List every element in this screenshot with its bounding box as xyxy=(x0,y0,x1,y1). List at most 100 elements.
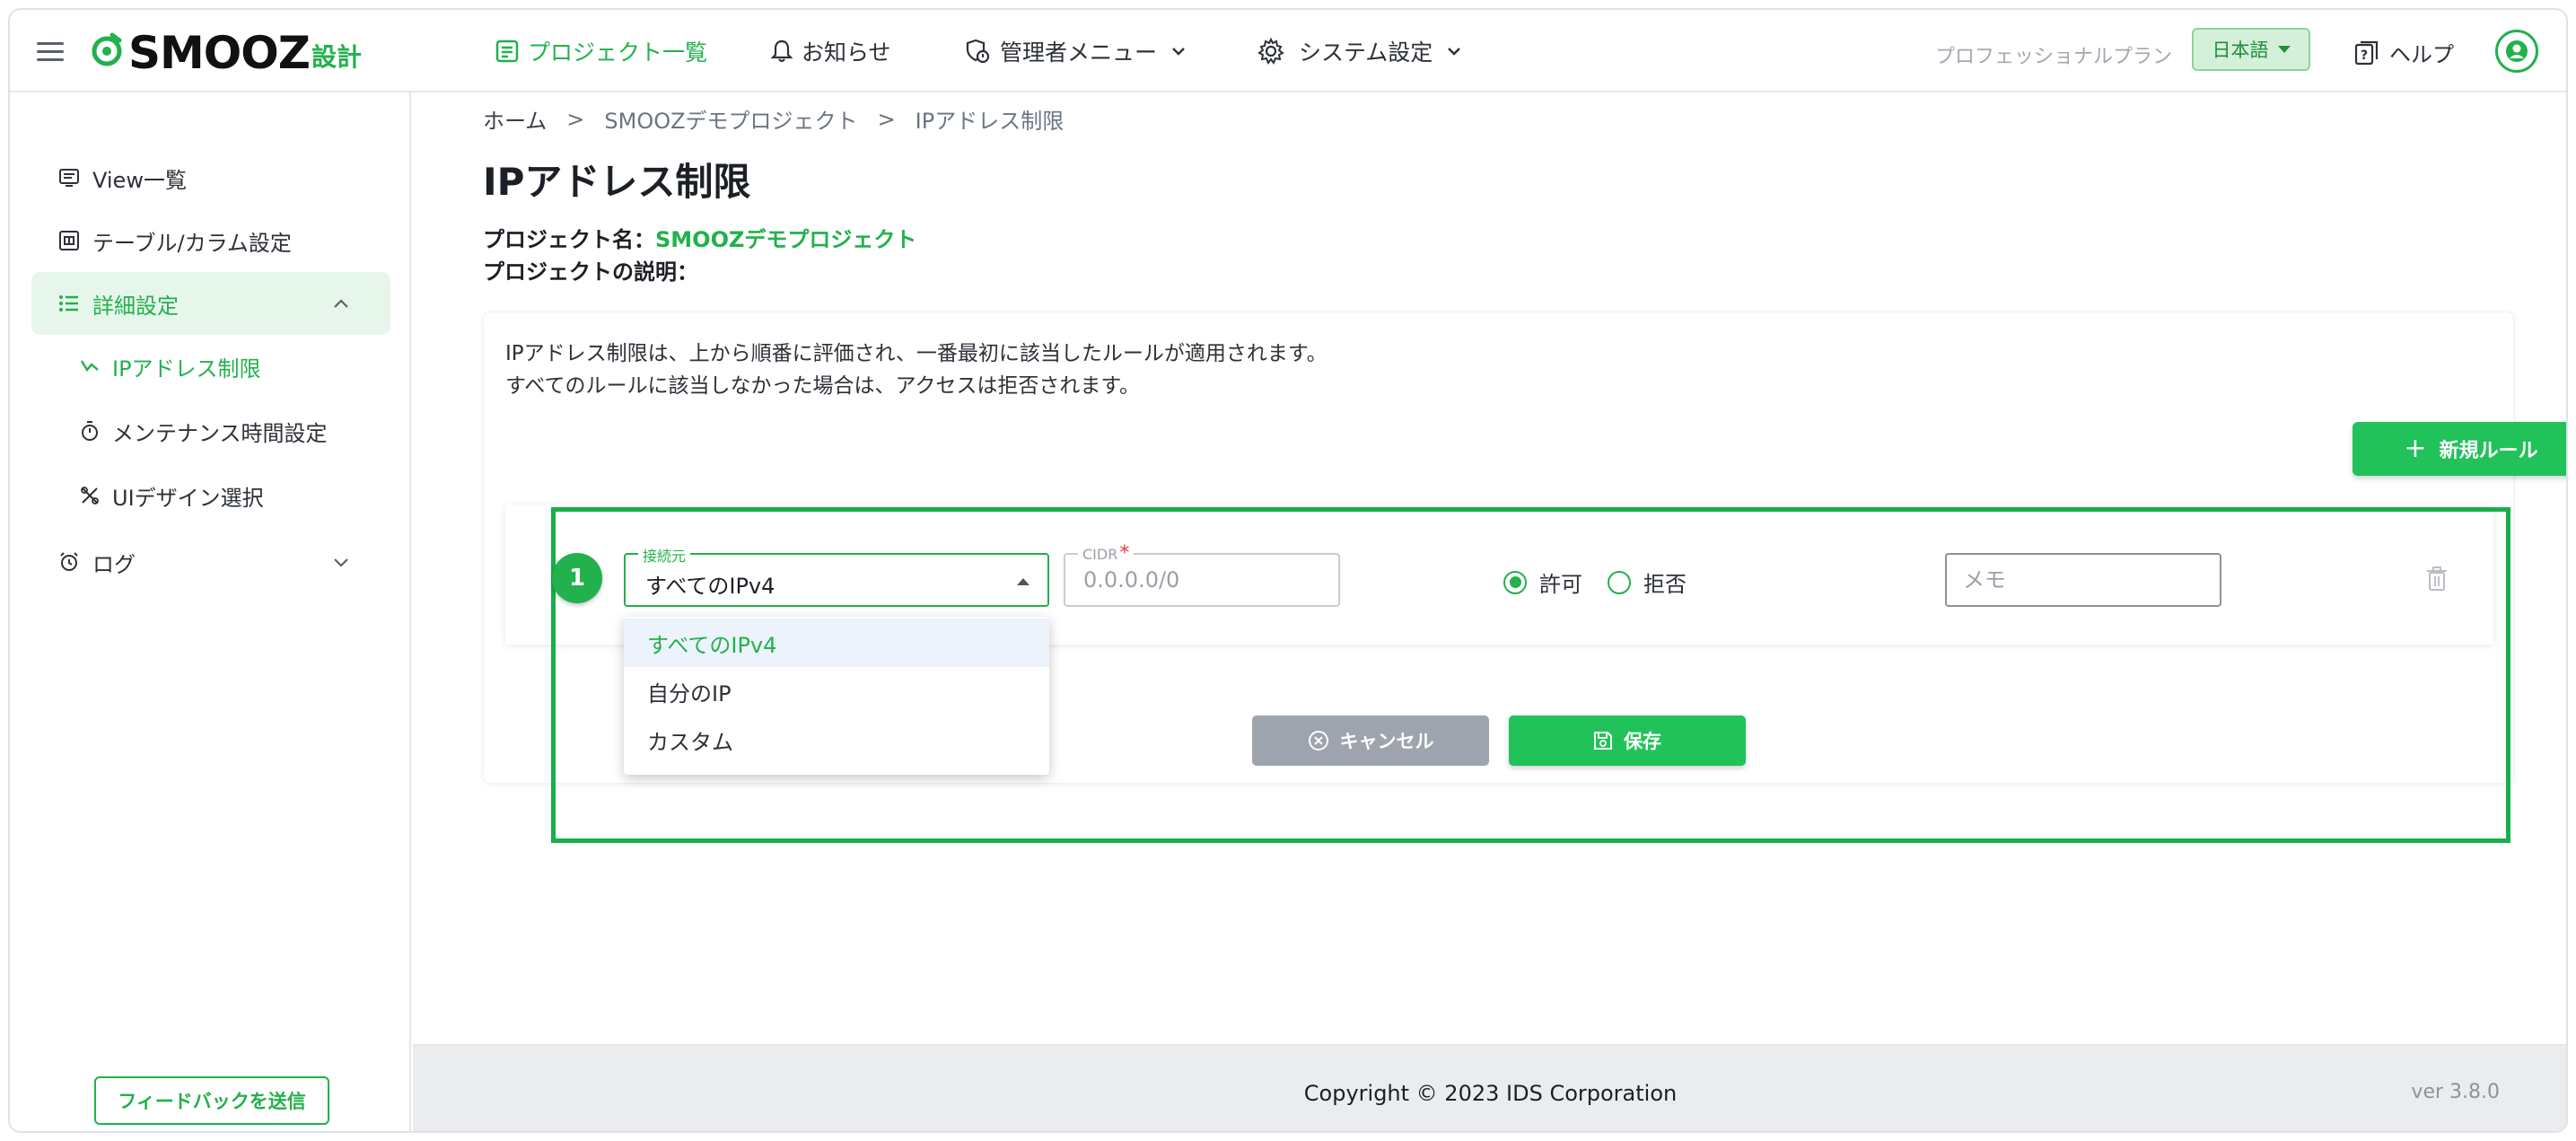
nav-label: システム設定 xyxy=(1299,39,1433,66)
alarm-clock-icon xyxy=(60,552,78,571)
dropdown-option[interactable]: 自分のIP xyxy=(624,667,1049,715)
sidebar-item-label: UIデザイン選択 xyxy=(112,485,264,511)
nav-label: プロジェクト一覧 xyxy=(528,39,708,66)
language-select[interactable]: 日本語 xyxy=(2192,28,2310,71)
plus-icon: + xyxy=(2404,433,2427,464)
ip-route-icon xyxy=(80,360,99,373)
help-book-icon: ? xyxy=(2354,40,2379,65)
deny-radio[interactable] xyxy=(1608,570,1631,594)
version-text: ver 3.8.0 xyxy=(2411,1081,2500,1103)
caret-up-icon xyxy=(1017,578,1030,585)
action-radio-group: 許可 拒否 xyxy=(1503,566,1712,598)
sidebar-item-label: 詳細設定 xyxy=(92,293,179,319)
save-button[interactable]: 保存 xyxy=(1509,715,1746,766)
page-title: IPアドレス制限 xyxy=(483,160,751,204)
new-rule-label: 新規ルール xyxy=(2439,440,2538,462)
table-icon xyxy=(59,231,79,250)
sidebar-item-label: View一覧 xyxy=(92,167,187,193)
sidebar-item-advanced-settings[interactable]: 詳細設定 xyxy=(31,272,390,335)
app-window: SMOOZ 設計 プロジェクト一覧 お知らせ 管理者メニュー システム設定 プロ… xyxy=(8,8,2568,1133)
logo-mark-icon xyxy=(92,32,122,66)
new-rule-button[interactable]: + 新規ルール xyxy=(2353,422,2566,476)
gear-icon xyxy=(1257,38,1284,65)
app-logo[interactable]: SMOOZ 設計 xyxy=(89,26,362,80)
sidebar-item-log[interactable]: ログ xyxy=(31,531,390,593)
help-link[interactable]: ? ヘルプ xyxy=(2353,37,2454,68)
sidebar-item-label: メンテナンス時間設定 xyxy=(112,420,328,446)
deny-label[interactable]: 拒否 xyxy=(1643,566,1687,598)
sidebar-item-ui-design[interactable]: UIデザイン選択 xyxy=(31,466,390,525)
caret-down-icon xyxy=(2277,46,2291,53)
cancel-button[interactable]: キャンセル xyxy=(1252,715,1489,766)
logo-text: SMOOZ xyxy=(128,27,311,79)
user-avatar[interactable] xyxy=(2495,30,2538,73)
nav-system-settings[interactable]: システム設定 xyxy=(1257,33,1461,69)
rules-description-line: すべてのルールに該当しなかった場合は、アクセスは拒否されます。 xyxy=(505,374,1141,398)
memo-input[interactable] xyxy=(1963,567,2196,592)
save-label: 保存 xyxy=(1624,731,1661,752)
nav-admin-menu[interactable]: 管理者メニュー xyxy=(964,33,1186,69)
cidr-label-text: CIDR xyxy=(1082,546,1118,563)
logo-subtext: 設計 xyxy=(311,42,363,72)
breadcrumb-current: IPアドレス制限 xyxy=(915,109,1065,134)
sidebar-item-label: ログ xyxy=(92,551,136,577)
footer: Copyright © 2023 IDS Corporation ver 3.8… xyxy=(413,1044,2566,1131)
project-list-icon xyxy=(495,39,519,63)
cidr-input[interactable] xyxy=(1083,567,1317,592)
chevron-down-icon xyxy=(334,558,348,567)
source-dropdown-menu: すべてのIPv4 自分のIP カスタム xyxy=(624,617,1049,775)
cancel-circle-icon xyxy=(1308,731,1328,750)
allow-label[interactable]: 許可 xyxy=(1539,566,1582,598)
breadcrumb-separator: > xyxy=(877,106,896,132)
rule-number-badge: 1 xyxy=(552,553,602,603)
copyright-text: Copyright © 2023 IDS Corporation xyxy=(1303,1081,1678,1106)
nav-project-list[interactable]: プロジェクト一覧 xyxy=(495,33,707,69)
sidebar: View一覧 テーブル/カラム設定 詳細設定 IPアドレス制限 メンテナンス時間… xyxy=(10,92,411,1131)
source-label: 接続元 xyxy=(638,544,691,566)
help-label: ヘルプ xyxy=(2389,42,2454,67)
dropdown-option[interactable]: すべてのIPv4 xyxy=(624,619,1049,667)
design-tools-icon xyxy=(81,487,99,505)
breadcrumb-project[interactable]: SMOOZデモプロジェクト xyxy=(604,103,857,135)
rules-description-line: IPアドレス制限は、上から順番に評価され、一番最初に該当したルールが適用されます… xyxy=(505,342,1327,365)
view-list-icon xyxy=(59,169,79,187)
user-icon xyxy=(2506,40,2528,62)
breadcrumb-separator: > xyxy=(566,106,585,132)
save-icon xyxy=(1594,732,1612,750)
sidebar-item-ip-restriction[interactable]: IPアドレス制限 xyxy=(31,337,390,396)
nav-label: お知らせ xyxy=(802,39,891,66)
list-icon xyxy=(59,295,78,312)
project-name-label: プロジェクト名： xyxy=(483,227,655,252)
memo-field[interactable] xyxy=(1945,553,2221,607)
top-header: SMOOZ 設計 プロジェクト一覧 お知らせ 管理者メニュー システム設定 プロ… xyxy=(10,10,2566,92)
trash-icon[interactable] xyxy=(2426,566,2448,592)
sidebar-item-label: IPアドレス制限 xyxy=(112,355,261,382)
timer-icon xyxy=(82,421,98,441)
breadcrumb: ホーム > SMOOZデモプロジェクト > IPアドレス制限 xyxy=(483,103,1064,135)
feedback-button[interactable]: フィードバックを送信 xyxy=(94,1076,329,1125)
nav-notifications[interactable]: お知らせ xyxy=(771,33,891,69)
plan-label: プロフェッショナルプラン xyxy=(1935,46,2173,68)
project-description-line: プロジェクトの説明： xyxy=(483,254,698,285)
source-select[interactable]: 接続元 すべてのIPv4 xyxy=(624,544,1049,607)
nav-label: 管理者メニュー xyxy=(1000,39,1158,66)
svg-text:?: ? xyxy=(2361,48,2368,63)
dropdown-option[interactable]: カスタム xyxy=(624,715,1049,764)
breadcrumb-home[interactable]: ホーム xyxy=(483,103,547,135)
rules-description: IPアドレス制限は、上から順番に評価され、一番最初に該当したルールが適用されます… xyxy=(505,338,1327,402)
chevron-up-icon xyxy=(334,299,348,308)
admin-icon xyxy=(966,39,990,64)
cidr-field[interactable]: CIDR* xyxy=(1064,542,1340,607)
sidebar-item-maintenance[interactable]: メンテナンス時間設定 xyxy=(31,401,390,461)
source-value: すべてのIPv4 xyxy=(645,574,775,599)
language-label: 日本語 xyxy=(2212,39,2269,61)
cidr-label: CIDR* xyxy=(1078,542,1135,565)
menu-icon[interactable] xyxy=(37,42,64,62)
project-name-value: SMOOZデモプロジェクト xyxy=(655,227,917,252)
allow-radio[interactable] xyxy=(1503,570,1527,594)
sidebar-item-table-settings[interactable]: テーブル/カラム設定 xyxy=(31,209,390,272)
sidebar-item-view-list[interactable]: View一覧 xyxy=(31,146,390,209)
cancel-label: キャンセル xyxy=(1339,731,1434,752)
project-name-line: プロジェクト名：SMOOZデモプロジェクト xyxy=(483,222,916,253)
sidebar-item-label: テーブル/カラム設定 xyxy=(92,230,292,256)
